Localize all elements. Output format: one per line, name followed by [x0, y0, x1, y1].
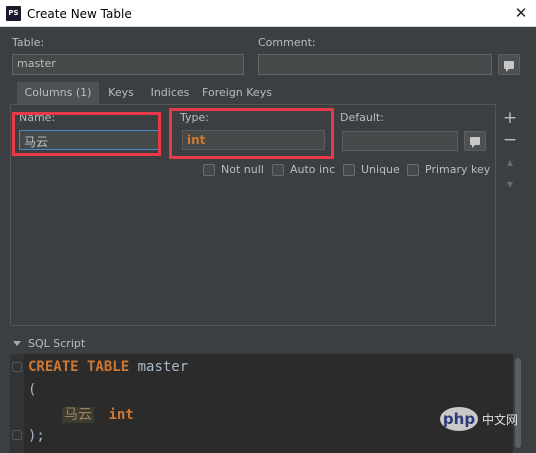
- table-name-input[interactable]: master: [12, 54, 244, 75]
- move-up-icon[interactable]: ▲: [502, 158, 518, 167]
- tab-keys[interactable]: Keys: [103, 82, 139, 104]
- close-icon[interactable]: ✕: [512, 4, 530, 22]
- sql-column-type: int: [108, 407, 134, 423]
- sql-column-name: 马云: [62, 407, 94, 423]
- fold-marker-icon[interactable]: [12, 362, 22, 372]
- remove-column-icon[interactable]: −: [502, 130, 518, 150]
- table-label: Table:: [12, 36, 45, 49]
- tab-columns[interactable]: Columns (1): [17, 82, 99, 104]
- speech-bubble-icon: [470, 137, 480, 148]
- speech-bubble-icon: [504, 61, 514, 72]
- comment-input[interactable]: [258, 54, 492, 75]
- primary-key-label: Primary key: [425, 163, 491, 176]
- tab-foreign-keys[interactable]: Foreign Keys: [198, 82, 276, 104]
- default-edit-button[interactable]: [464, 131, 486, 151]
- php-watermark-logo: php 中文网: [440, 405, 536, 435]
- tab-indices[interactable]: Indices: [146, 82, 194, 104]
- sql-line-2: (: [28, 382, 37, 398]
- comment-label: Comment:: [258, 36, 316, 49]
- unique-label: Unique: [361, 163, 400, 176]
- php-logo-suffix: 中文网: [482, 413, 519, 427]
- not-null-checkbox[interactable]: [203, 164, 215, 176]
- php-logo-text: php: [440, 407, 478, 431]
- auto-inc-label: Auto inc: [290, 163, 336, 176]
- comment-edit-button[interactable]: [498, 54, 520, 75]
- type-highlight-box: [169, 108, 334, 159]
- sql-line-4: );: [28, 428, 45, 444]
- sql-table-name: master: [137, 359, 189, 375]
- sql-script-label: SQL Script: [28, 337, 86, 350]
- not-null-label: Not null: [221, 163, 264, 176]
- primary-key-checkbox[interactable]: [407, 164, 419, 176]
- window-title: Create New Table: [27, 7, 132, 21]
- column-default-label: Default:: [340, 111, 384, 124]
- auto-inc-checkbox[interactable]: [272, 164, 284, 176]
- window-title-bar: PS Create New Table ✕: [0, 0, 536, 27]
- app-icon: PS: [6, 6, 21, 21]
- unique-checkbox[interactable]: [343, 164, 355, 176]
- add-column-icon[interactable]: +: [502, 108, 518, 128]
- column-default-input[interactable]: [342, 131, 458, 151]
- fold-marker-icon[interactable]: [12, 430, 22, 440]
- sql-line-3: 马云 int: [62, 404, 134, 424]
- sql-keyword-create-table: CREATE TABLE: [28, 359, 130, 375]
- collapse-triangle-icon[interactable]: [13, 341, 21, 346]
- sql-line-1: CREATE TABLE master: [28, 359, 188, 375]
- move-down-icon[interactable]: ▼: [502, 180, 518, 189]
- name-highlight-box: [12, 112, 161, 156]
